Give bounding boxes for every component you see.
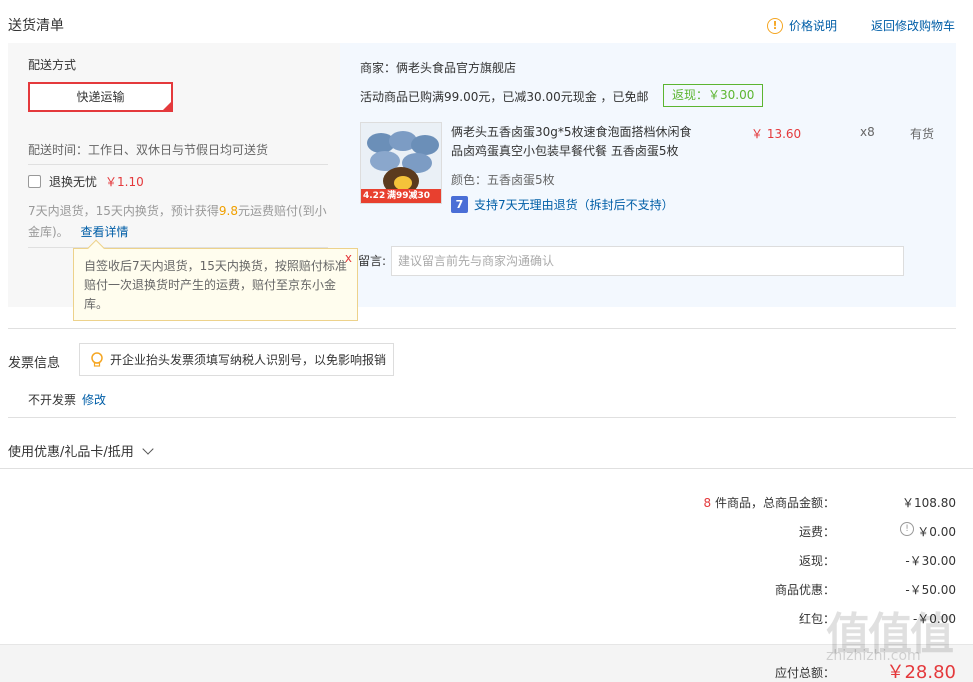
return-service-tooltip: x 自签收后7天内退货，15天内换货，按照赔付标准赔付一次退换货时产生的运费，赔… xyxy=(73,239,358,321)
payable-label: 应付总额： xyxy=(774,666,835,680)
back-to-cart-link[interactable]: 返回修改购物车 xyxy=(871,17,955,34)
invoice-tip-text: 开企业抬头发票须填写纳税人识别号，以免影响报销 xyxy=(110,353,387,367)
discount-label: 使用优惠/礼品卡/抵用 xyxy=(8,445,134,460)
return-policy-text: 支持7天无理由退货（拆封后不支持） xyxy=(474,198,674,212)
return-service-row: 退换无忧 ￥1.10 xyxy=(28,173,144,190)
price-info-link[interactable]: ! 价格说明 xyxy=(767,17,837,34)
watermark-site: zhizhizhi.com xyxy=(826,648,921,664)
thumb-badge-date: 4.22 xyxy=(363,191,386,201)
discount-summary-label: 商品优惠： xyxy=(774,583,835,597)
warning-icon: ! xyxy=(767,17,783,34)
product-title-link[interactable]: 俩老头五香卤蛋30g*5枚速食泡面搭档休闲食品卤鸡蛋真空小包装早餐代餐 五香卤蛋… xyxy=(451,123,701,161)
price-info-label: 价格说明 xyxy=(789,19,838,33)
invoice-tip: 开企业抬头发票须填写纳税人识别号，以免影响报销 xyxy=(79,343,394,376)
invoice-title: 发票信息 xyxy=(8,356,61,371)
merchant-name: 商家：俩老头食品官方旗舰店 xyxy=(360,61,517,75)
lightbulb-icon xyxy=(91,351,103,367)
chevron-down-icon xyxy=(142,442,154,455)
discount-summary-value: -￥50.00 xyxy=(905,583,956,597)
delivery-time: 配送时间：工作日、双休日与节假日均可送货 xyxy=(28,143,269,157)
product-quantity: x8 xyxy=(860,125,875,139)
message-input[interactable]: 建议留言前先与商家沟通确认 xyxy=(391,246,904,276)
return-note-text: 7天内退货，15天内换货，预计获得 xyxy=(28,204,219,218)
message-label: 留言: xyxy=(358,254,387,268)
shipping-fee-label: 运费： xyxy=(798,525,835,539)
rebate-badge: 返现：￥30.00 xyxy=(663,84,764,107)
divider xyxy=(0,468,973,469)
invoice-status-row: 不开发票 修改 xyxy=(28,391,106,408)
section-title: 送货清单 xyxy=(8,18,64,34)
return-policy-row[interactable]: 7 支持7天无理由退货（拆封后不支持） xyxy=(451,196,674,213)
rebate-value: -￥30.00 xyxy=(905,554,956,568)
tooltip-text: 自签收后7天内退货，15天内换货，按照赔付标准赔付一次退换货时产生的运费，赔付至… xyxy=(84,259,347,311)
rebate-label: 返现： xyxy=(798,554,835,568)
view-details-link[interactable]: 查看详情 xyxy=(81,225,129,239)
modify-invoice-link[interactable]: 修改 xyxy=(82,391,106,408)
product-color: 颜色：五香卤蛋5枚 xyxy=(451,173,555,187)
summary-count-label: 8 件商品，总商品金额： xyxy=(704,494,835,511)
invoice-status: 不开发票 xyxy=(28,393,77,407)
return-service-note: 7天内退货，15天内换货，预计获得9.8元运费赔付(到小金库)。 查看详情 xyxy=(28,201,328,243)
product-stock: 有货 xyxy=(910,127,935,141)
promo-text: 活动商品已购满99.00元，已减30.00元现金 ，已免邮 xyxy=(360,90,649,104)
divider xyxy=(28,164,328,165)
return-note-amount: 9.8 xyxy=(218,204,238,218)
return-service-price: ￥1.10 xyxy=(105,175,144,189)
shipping-fee-value: ￥0.00 xyxy=(917,525,956,539)
item-count-suffix: 件商品，总商品金额： xyxy=(714,496,835,510)
check-icon: ✓ xyxy=(164,95,171,104)
divider xyxy=(8,417,956,418)
product-thumbnail[interactable]: 4.22 满99减30 xyxy=(360,122,442,204)
divider xyxy=(8,328,956,329)
return-service-checkbox[interactable] xyxy=(28,175,41,188)
return-service-label: 退换无忧 xyxy=(49,175,98,189)
express-shipping-label: 快递运输 xyxy=(76,90,125,104)
seven-day-return-icon: 7 xyxy=(451,196,468,213)
info-icon[interactable]: ! xyxy=(900,522,914,536)
express-shipping-option[interactable]: 快递运输 ✓ xyxy=(28,82,173,112)
thumb-badge-text: 满99减30 xyxy=(387,191,431,201)
total-goods-amount: ￥108.80 xyxy=(902,496,956,510)
delivery-method-label: 配送方式 xyxy=(28,58,77,72)
close-icon[interactable]: x xyxy=(345,249,352,268)
item-count: 8 xyxy=(703,496,712,510)
discount-toggle[interactable]: 使用优惠/礼品卡/抵用 xyxy=(8,441,154,460)
product-price: ￥ 13.60 xyxy=(751,127,802,141)
